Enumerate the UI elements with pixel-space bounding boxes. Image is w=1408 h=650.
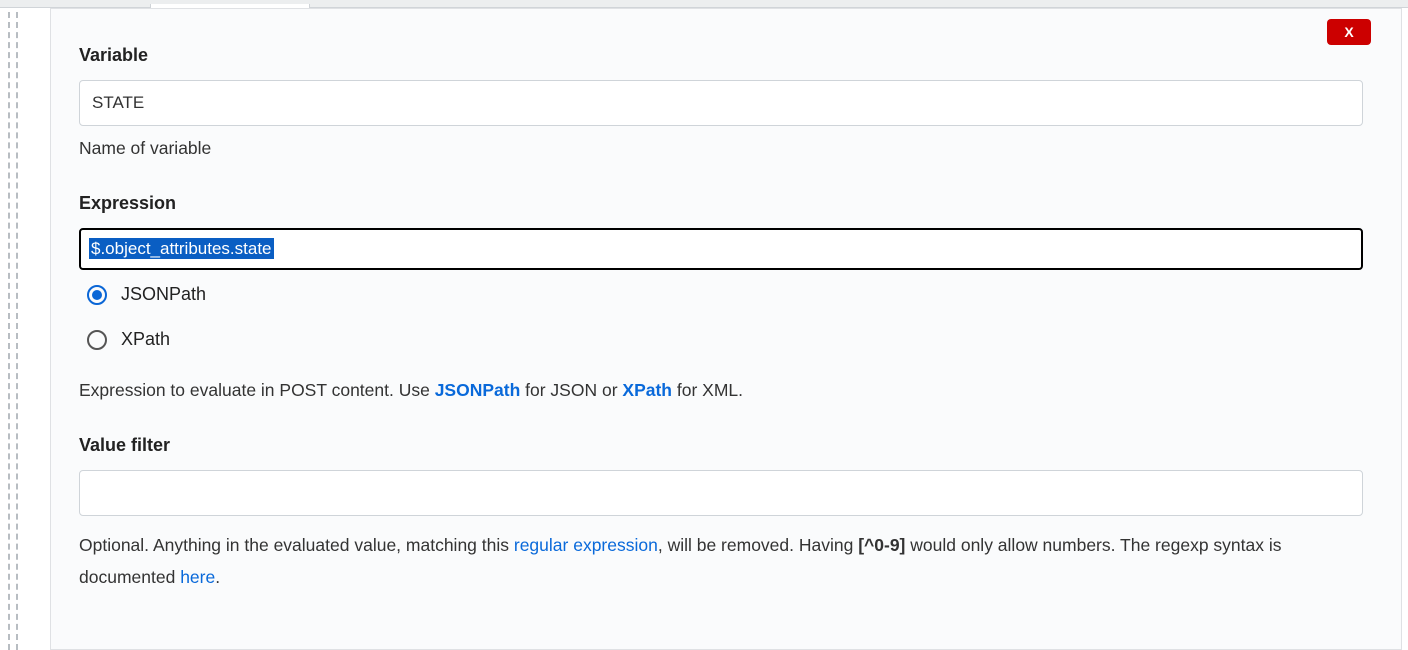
expression-label: Expression bbox=[79, 193, 1363, 214]
expression-input[interactable]: $.object_attributes.state bbox=[79, 228, 1363, 270]
expr-help-mid: for JSON or bbox=[520, 380, 622, 400]
value-filter-label: Value filter bbox=[79, 435, 1363, 456]
here-link[interactable]: here bbox=[180, 567, 215, 587]
expression-value-selected: $.object_attributes.state bbox=[89, 238, 274, 259]
xpath-link[interactable]: XPath bbox=[622, 380, 672, 400]
expr-help-pre: Expression to evaluate in POST content. … bbox=[79, 380, 435, 400]
vf-code: [^0-9] bbox=[858, 535, 905, 555]
expression-help: Expression to evaluate in POST content. … bbox=[79, 380, 1363, 401]
expr-help-post: for XML. bbox=[672, 380, 743, 400]
vf-help-mid1: , will be removed. Having bbox=[658, 535, 858, 555]
radio-xpath-label: XPath bbox=[121, 329, 170, 350]
config-panel: X Variable Name of variable Expression $… bbox=[50, 8, 1402, 650]
variable-label: Variable bbox=[79, 45, 1363, 66]
jsonpath-link[interactable]: JSONPath bbox=[435, 380, 521, 400]
radio-icon bbox=[87, 330, 107, 350]
regex-link[interactable]: regular expression bbox=[514, 535, 658, 555]
value-filter-input[interactable] bbox=[79, 470, 1363, 516]
close-button[interactable]: X bbox=[1327, 19, 1371, 45]
tree-gutter bbox=[0, 8, 22, 650]
variable-help: Name of variable bbox=[79, 138, 1363, 159]
close-label: X bbox=[1344, 24, 1353, 40]
radio-xpath[interactable]: XPath bbox=[87, 329, 1363, 350]
vf-help-pre: Optional. Anything in the evaluated valu… bbox=[79, 535, 514, 555]
variable-input[interactable] bbox=[79, 80, 1363, 126]
expression-type-group: JSONPath XPath bbox=[79, 284, 1363, 350]
radio-jsonpath-label: JSONPath bbox=[121, 284, 206, 305]
value-filter-help: Optional. Anything in the evaluated valu… bbox=[79, 530, 1363, 593]
vf-help-post: . bbox=[215, 567, 220, 587]
radio-jsonpath[interactable]: JSONPath bbox=[87, 284, 1363, 305]
radio-icon-selected bbox=[87, 285, 107, 305]
